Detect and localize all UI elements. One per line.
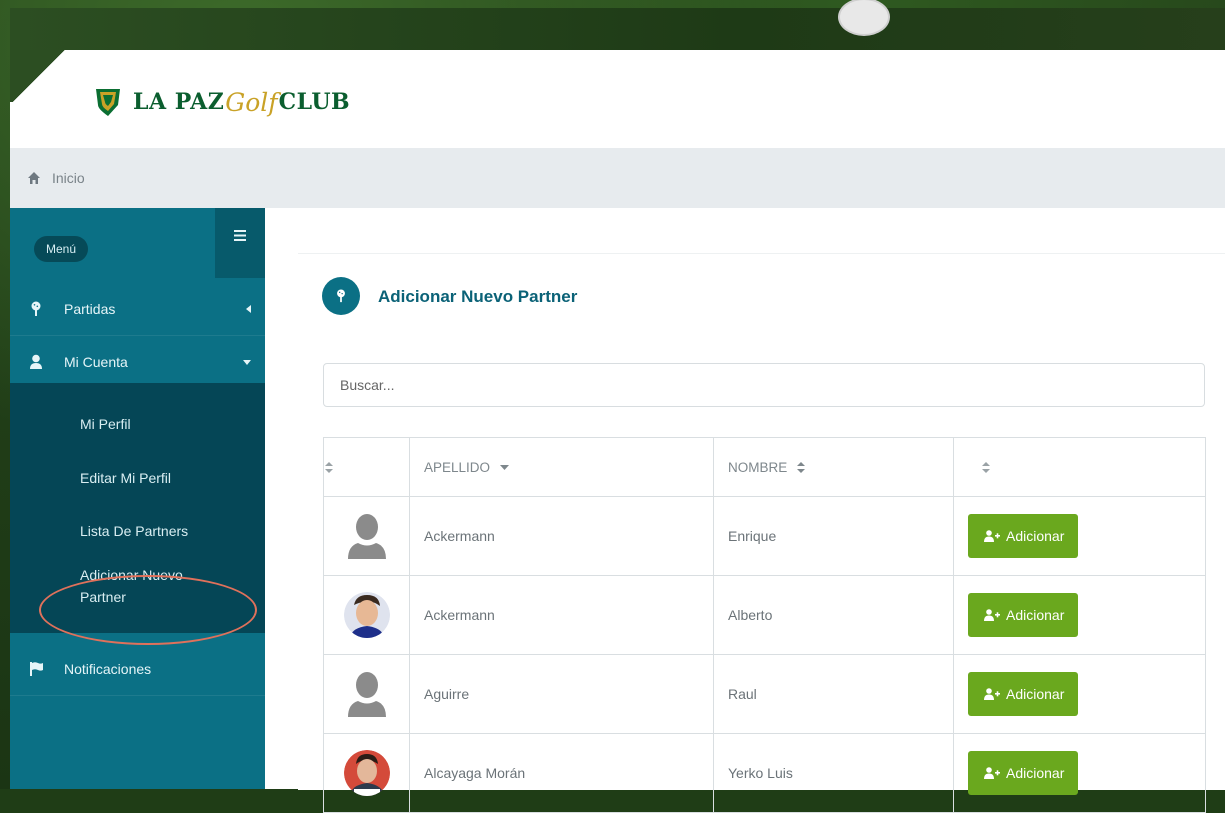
user-photo-avatar — [343, 750, 390, 796]
sidebar-subitem-mi-perfil[interactable]: Mi Perfil — [80, 413, 131, 435]
partners-table: APELLIDO NOMBRE Ackermann Enrique Adicio… — [323, 437, 1206, 813]
button-label: Adicionar — [1006, 607, 1065, 623]
add-partner-button[interactable]: Adicionar — [968, 593, 1079, 637]
menu-toggle-button[interactable] — [215, 208, 265, 278]
menu-label: Menú — [34, 236, 89, 262]
header-corner — [10, 50, 68, 102]
table-row: Alcayaga Morán Yerko Luis Adicionar — [323, 733, 1206, 813]
avatar-cell — [323, 575, 410, 655]
user-plus-icon — [984, 767, 1000, 779]
sidebar-subitem-lista-partners[interactable]: Lista De Partners — [80, 520, 188, 542]
table-row: Ackermann Enrique Adicionar — [323, 496, 1206, 576]
sidebar-item-label: Notificaciones — [64, 661, 152, 677]
hamburger-icon — [234, 230, 246, 241]
chevron-left-icon — [246, 305, 251, 313]
flag-icon — [30, 662, 43, 676]
home-icon — [28, 172, 40, 184]
nombre-cell: Raul — [713, 654, 954, 734]
avatar-cell — [323, 733, 410, 813]
top-bar — [10, 0, 1225, 50]
add-partner-button[interactable]: Adicionar — [968, 514, 1079, 558]
nombre-cell: Enrique — [713, 496, 954, 576]
user-plus-icon — [984, 688, 1000, 700]
action-cell: Adicionar — [953, 654, 1206, 734]
sidebar-item-mi-cuenta[interactable]: Mi Cuenta — [10, 336, 265, 388]
avatar-cell — [323, 496, 410, 576]
shield-logo-icon — [96, 89, 120, 116]
avatar-cell — [323, 654, 410, 734]
golf-icon — [337, 289, 345, 303]
sidebar-item-label: Partidas — [64, 301, 116, 317]
nombre-cell: Alberto — [713, 575, 954, 655]
page-title: Adicionar Nuevo Partner — [378, 287, 578, 306]
apellido-cell: Ackermann — [409, 575, 714, 655]
user-placeholder-icon — [347, 514, 386, 559]
button-label: Adicionar — [1006, 528, 1065, 544]
chevron-down-icon — [243, 360, 251, 365]
sidebar-item-notificaciones[interactable]: Notificaciones — [10, 643, 265, 695]
brand-name-part1: LA PAZ — [133, 89, 225, 115]
column-label: APELLIDO — [424, 459, 491, 475]
sidebar: Menú Partidas Mi Cuenta Mi Perfil Editar… — [10, 208, 265, 789]
column-label: NOMBRE — [728, 459, 788, 475]
sidebar-item-partidas[interactable]: Partidas — [10, 283, 265, 335]
user-placeholder-icon — [347, 672, 386, 717]
sidebar-subitem-editar-perfil[interactable]: Editar Mi Perfil — [80, 467, 171, 489]
table-header-row: APELLIDO NOMBRE — [323, 437, 1206, 497]
user-avatar[interactable] — [838, 0, 890, 36]
column-nombre-header[interactable]: NOMBRE — [713, 437, 954, 497]
sort-icon — [797, 462, 806, 474]
apellido-cell: Aguirre — [409, 654, 714, 734]
user-plus-icon — [984, 530, 1000, 542]
column-action-header[interactable] — [953, 437, 1206, 497]
sort-desc-icon — [499, 465, 509, 471]
sort-icon — [325, 462, 333, 474]
search-input[interactable] — [323, 363, 1205, 407]
sort-icon — [982, 462, 990, 474]
annotation-circle — [39, 575, 257, 645]
column-avatar-header[interactable] — [323, 437, 410, 497]
table-row: Ackermann Alberto Adicionar — [323, 575, 1206, 655]
breadcrumb: Inicio — [10, 148, 1225, 208]
apellido-cell: Alcayaga Morán — [409, 733, 714, 813]
brand-logo[interactable]: LA PAZ Golf CLUB — [95, 82, 350, 122]
brand-name-part2: Golf — [225, 87, 278, 117]
nav-divider — [10, 695, 265, 696]
app-window: LA PAZ Golf CLUB Inicio Menú Partidas Mi… — [10, 0, 1225, 813]
sidebar-item-label: Mi Cuenta — [64, 354, 128, 370]
column-apellido-header[interactable]: APELLIDO — [409, 437, 714, 497]
user-plus-icon — [984, 609, 1000, 621]
action-cell: Adicionar — [953, 733, 1206, 813]
brand-name-part3: CLUB — [278, 89, 351, 115]
button-label: Adicionar — [1006, 686, 1065, 702]
nombre-cell: Yerko Luis — [713, 733, 954, 813]
card-header-icon — [322, 277, 360, 315]
action-cell: Adicionar — [953, 496, 1206, 576]
header: LA PAZ Golf CLUB — [10, 50, 1225, 148]
add-partner-button[interactable]: Adicionar — [968, 751, 1079, 795]
apellido-cell: Ackermann — [409, 496, 714, 576]
action-cell: Adicionar — [953, 575, 1206, 655]
main-content: Adicionar Nuevo Partner APELLIDO — [265, 208, 1225, 813]
table-row: Aguirre Raul Adicionar — [323, 654, 1206, 734]
golf-icon — [31, 301, 41, 316]
user-photo-avatar — [343, 592, 390, 638]
add-partner-button[interactable]: Adicionar — [968, 672, 1079, 716]
breadcrumb-home[interactable]: Inicio — [52, 170, 85, 186]
user-icon — [30, 354, 42, 369]
button-label: Adicionar — [1006, 765, 1065, 781]
